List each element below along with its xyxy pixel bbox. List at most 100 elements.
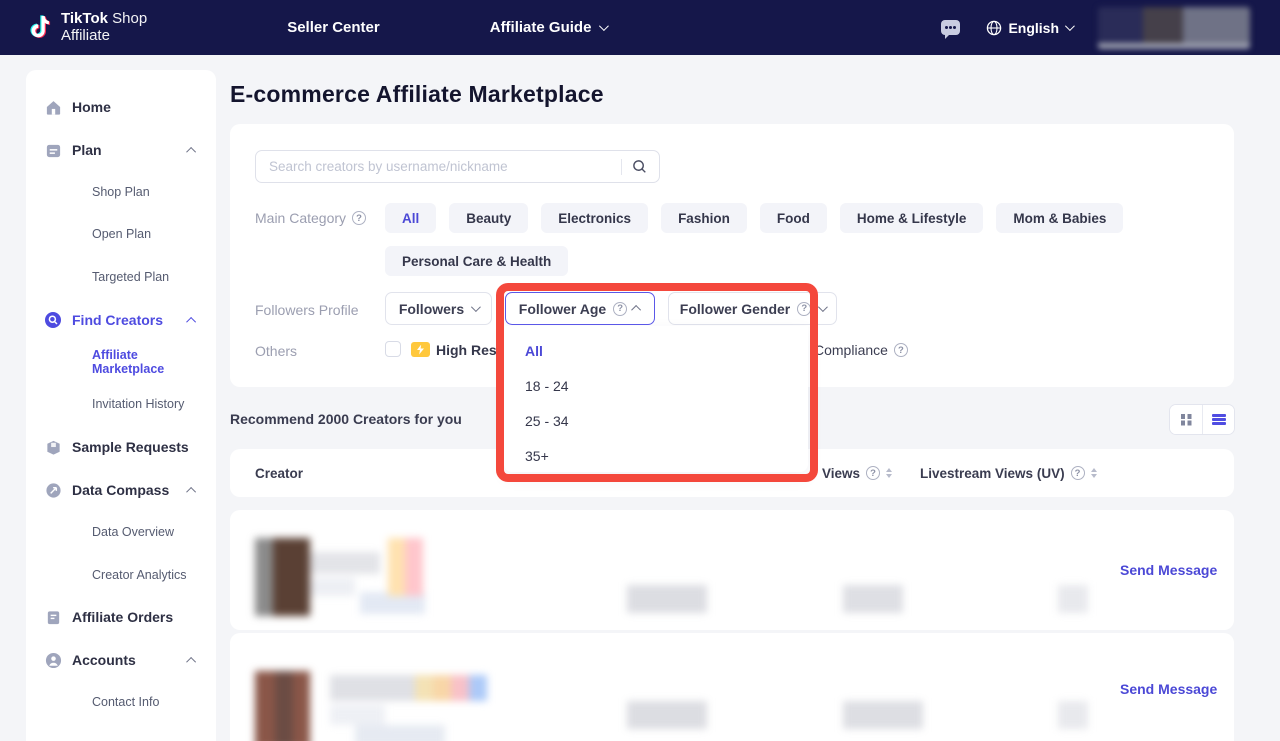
- sidebar-item-sample-requests[interactable]: Sample Requests: [26, 426, 216, 468]
- high-responsiveness-checkbox[interactable]: [385, 341, 401, 357]
- data-compass-icon: [44, 481, 62, 499]
- chevron-down-icon: [1065, 21, 1075, 31]
- sidebar-item-affiliate-marketplace[interactable]: Affiliate Marketplace: [26, 341, 216, 383]
- chat-icon[interactable]: [941, 20, 960, 35]
- logo-shop: Shop: [112, 10, 147, 27]
- logo-affiliate: Affiliate: [61, 27, 110, 44]
- help-icon[interactable]: ?: [1071, 466, 1085, 480]
- category-beauty[interactable]: Beauty: [449, 203, 528, 233]
- category-home-lifestyle[interactable]: Home & Lifestyle: [840, 203, 984, 233]
- sidebar-item-label: Affiliate Orders: [72, 609, 173, 625]
- category-fashion[interactable]: Fashion: [661, 203, 747, 233]
- account-info-blurred[interactable]: [1098, 7, 1250, 49]
- category-personal-care-health[interactable]: Personal Care & Health: [385, 246, 568, 276]
- sidebar: Home Plan Shop Plan Open Plan Targeted P…: [26, 70, 216, 741]
- followers-dropdown[interactable]: Followers: [385, 292, 492, 325]
- sidebar-item-find-creators[interactable]: Find Creators: [26, 299, 216, 341]
- find-creators-icon: [44, 311, 62, 329]
- category-mom-babies[interactable]: Mom & Babies: [996, 203, 1123, 233]
- search-input[interactable]: [269, 159, 621, 174]
- creator-info-blurred: [250, 653, 1070, 741]
- home-icon: [44, 98, 62, 116]
- sidebar-item-affiliate-orders[interactable]: Affiliate Orders: [26, 596, 216, 638]
- high-responsiveness-label: High Respo: [436, 342, 514, 358]
- menu-option-all[interactable]: All: [504, 333, 808, 368]
- sidebar-item-label: Contact Info: [92, 695, 159, 709]
- sidebar-item-label: Sample Requests: [72, 439, 189, 455]
- sidebar-item-label: Data Overview: [92, 525, 174, 539]
- sidebar-item-label: Invitation History: [92, 397, 184, 411]
- help-icon[interactable]: ?: [613, 302, 627, 316]
- menu-option-35plus[interactable]: 35+: [504, 438, 808, 473]
- follower-age-menu: All 18 - 24 25 - 34 35+: [504, 326, 808, 472]
- sidebar-item-label: Affiliate Marketplace: [92, 348, 196, 376]
- chevron-up-icon: [186, 146, 196, 156]
- sidebar-item-creator-analytics[interactable]: Creator Analytics: [26, 554, 216, 596]
- list-view-button[interactable]: [1202, 405, 1234, 434]
- language-label: English: [1008, 20, 1059, 36]
- sidebar-item-data-overview[interactable]: Data Overview: [26, 511, 216, 553]
- compliance-label: Compliance ?: [814, 342, 908, 358]
- top-navbar: TikTok Shop Affiliate Seller Center Affi…: [0, 0, 1280, 55]
- sidebar-item-plan[interactable]: Plan: [26, 129, 216, 171]
- creator-row[interactable]: Send Message: [230, 510, 1234, 630]
- sidebar-item-label: Home: [72, 99, 111, 115]
- followers-profile-label: Followers Profile: [255, 302, 358, 318]
- help-icon[interactable]: ?: [797, 302, 811, 316]
- sidebar-item-home[interactable]: Home: [26, 86, 216, 128]
- help-icon[interactable]: ?: [894, 343, 908, 357]
- lightning-icon: [411, 342, 430, 357]
- follower-gender-dropdown[interactable]: Follower Gender ?: [668, 292, 837, 325]
- column-creator: Creator: [255, 449, 303, 497]
- category-food[interactable]: Food: [760, 203, 827, 233]
- sidebar-item-label: Creator Analytics: [92, 568, 186, 582]
- follower-age-label: Follower Age: [519, 301, 606, 317]
- help-icon[interactable]: ?: [866, 466, 880, 480]
- sort-icon[interactable]: [1091, 468, 1097, 478]
- menu-option-18-24[interactable]: 18 - 24: [504, 368, 808, 403]
- follower-age-dropdown[interactable]: Follower Age ?: [505, 292, 655, 325]
- chevron-up-icon: [631, 305, 641, 315]
- send-message-button[interactable]: Send Message: [1120, 681, 1217, 697]
- accounts-icon: [44, 651, 62, 669]
- menu-option-25-34[interactable]: 25 - 34: [504, 403, 808, 438]
- creator-search: [255, 150, 660, 183]
- sidebar-item-label: Accounts: [72, 652, 136, 668]
- sidebar-item-label: Data Compass: [72, 482, 169, 498]
- column-views: Views ?: [822, 449, 892, 497]
- plan-icon: [44, 141, 62, 159]
- sidebar-item-accounts[interactable]: Accounts: [26, 639, 216, 681]
- affiliate-orders-icon: [44, 608, 62, 626]
- chevron-down-icon: [818, 302, 828, 312]
- search-icon[interactable]: [632, 159, 647, 174]
- divider: [621, 159, 622, 175]
- language-selector[interactable]: English: [986, 20, 1072, 36]
- category-electronics[interactable]: Electronics: [541, 203, 648, 233]
- creator-row[interactable]: Send Message: [230, 633, 1234, 741]
- sidebar-item-shop-plan[interactable]: Shop Plan: [26, 171, 216, 213]
- sidebar-item-data-compass[interactable]: Data Compass: [26, 469, 216, 511]
- chevron-up-icon: [186, 316, 196, 326]
- sidebar-item-label: Shop Plan: [92, 185, 150, 199]
- tiktok-shop-affiliate-logo[interactable]: TikTok Shop Affiliate: [30, 11, 147, 44]
- sidebar-item-targeted-plan[interactable]: Targeted Plan: [26, 256, 216, 298]
- others-label: Others: [255, 343, 297, 359]
- sidebar-item-open-plan[interactable]: Open Plan: [26, 213, 216, 255]
- page-title: E-commerce Affiliate Marketplace: [230, 81, 604, 108]
- view-toggle: [1169, 404, 1235, 435]
- sidebar-item-contact-info[interactable]: Contact Info: [26, 681, 216, 723]
- chevron-up-icon: [186, 486, 196, 496]
- sort-icon[interactable]: [886, 468, 892, 478]
- sidebar-item-invitation-history[interactable]: Invitation History: [26, 383, 216, 425]
- globe-icon: [986, 20, 1002, 36]
- nav-affiliate-guide[interactable]: Affiliate Guide: [490, 19, 607, 36]
- followers-dropdown-label: Followers: [399, 301, 464, 317]
- nav-seller-center[interactable]: Seller Center: [287, 19, 380, 36]
- send-message-button[interactable]: Send Message: [1120, 562, 1217, 578]
- chevron-up-icon: [186, 656, 196, 666]
- category-all[interactable]: All: [385, 203, 436, 233]
- logo-brand: TikTok: [61, 10, 108, 27]
- help-icon[interactable]: ?: [352, 211, 366, 225]
- grid-view-button[interactable]: [1170, 405, 1202, 434]
- category-pills: All Beauty Electronics Fashion Food Home…: [385, 203, 1215, 276]
